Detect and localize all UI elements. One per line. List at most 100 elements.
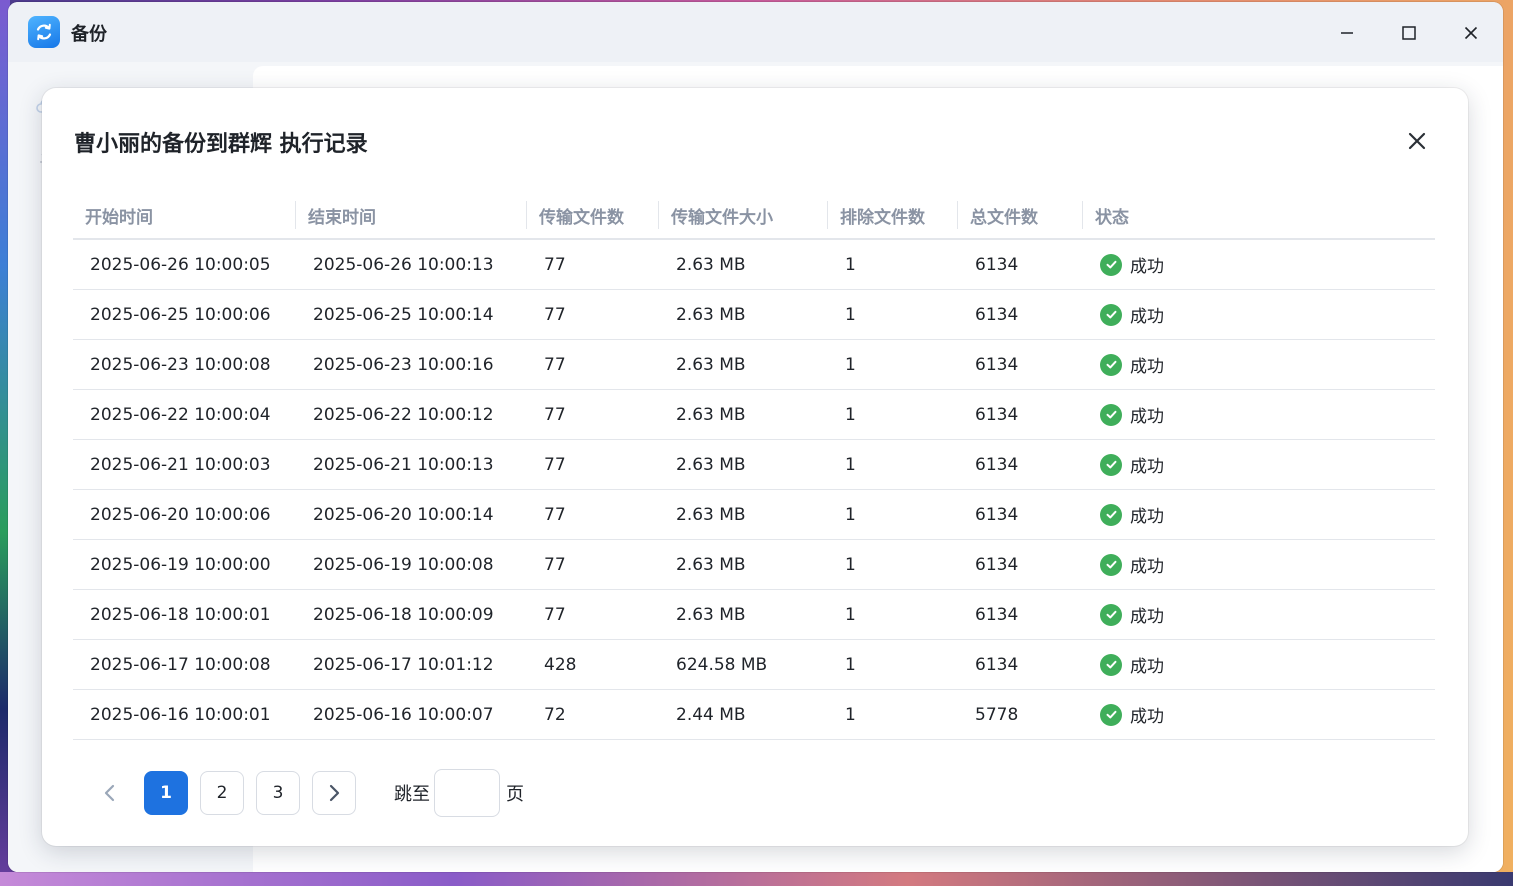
total-files-cell: 6134 — [958, 289, 1083, 340]
success-check-icon — [1100, 303, 1122, 326]
backup-app-icon — [28, 16, 60, 48]
transferred-size-text: 2.44 MB — [676, 704, 746, 725]
status-text: 成功 — [1130, 357, 1164, 377]
transferred-size-text: 2.63 MB — [676, 604, 746, 625]
excluded-files-text: 1 — [845, 254, 856, 275]
transferred-size-text: 2.63 MB — [676, 554, 746, 575]
page-button-2[interactable]: 2 — [200, 771, 244, 815]
transferred-files-cell: 72 — [527, 689, 659, 740]
title-bar: 备份 — [8, 2, 1503, 62]
excluded-files-text: 1 — [845, 504, 856, 525]
next-page-button[interactable] — [312, 771, 356, 815]
table-row[interactable]: 2025-06-19 10:00:00 2025-06-19 10:00:08 77… — [73, 539, 1435, 590]
jump-to-label: 跳至 — [394, 784, 430, 805]
transferred-files-text: 77 — [544, 454, 566, 475]
table-row[interactable]: 2025-06-21 10:00:03 2025-06-21 10:00:13 77… — [73, 439, 1435, 490]
status-cell: 成功 — [1083, 639, 1435, 690]
table-row[interactable]: 2025-06-23 10:00:08 2025-06-23 10:00:16 77… — [73, 339, 1435, 390]
total-files-cell: 6134 — [958, 639, 1083, 690]
dialog-close-button[interactable] — [1402, 126, 1432, 156]
end-time-cell: 2025-06-20 10:00:14 — [296, 489, 527, 540]
excluded-files-text: 1 — [845, 604, 856, 625]
column-header-transferred-files[interactable]: 传输文件数 — [527, 193, 659, 240]
transferred-files-text: 77 — [544, 504, 566, 525]
minimize-button[interactable] — [1330, 16, 1364, 50]
status-cell: 成功 — [1083, 439, 1435, 490]
table-row[interactable]: 2025-06-20 10:00:06 2025-06-20 10:00:14 77… — [73, 489, 1435, 540]
window-close-button[interactable] — [1454, 16, 1488, 50]
status-cell: 成功 — [1083, 539, 1435, 590]
minimize-icon — [1341, 32, 1353, 34]
total-files-text: 6134 — [975, 304, 1019, 325]
close-icon — [1408, 132, 1426, 150]
transferred-size-cell: 624.58 MB — [659, 639, 828, 690]
status-text: 成功 — [1130, 307, 1164, 327]
status-text: 成功 — [1130, 557, 1164, 577]
column-header-total-files[interactable]: 总文件数 — [958, 193, 1083, 240]
prev-page-button[interactable] — [88, 771, 132, 815]
end-time-cell: 2025-06-22 10:00:12 — [296, 389, 527, 440]
start-time-cell: 2025-06-20 10:00:06 — [73, 489, 296, 540]
table-body: 2025-06-26 10:00:05 2025-06-26 10:00:13 77… — [73, 239, 1435, 740]
transferred-files-text: 77 — [544, 254, 566, 275]
table-row[interactable]: 2025-06-17 10:00:08 2025-06-17 10:01:12 42… — [73, 639, 1435, 690]
total-files-cell: 6134 — [958, 389, 1083, 440]
status-text: 成功 — [1130, 657, 1164, 677]
end-time-cell: 2025-06-17 10:01:12 — [296, 639, 527, 690]
jump-page-input[interactable] — [434, 769, 500, 817]
transferred-size-cell: 2.63 MB — [659, 539, 828, 590]
start-time-cell: 2025-06-21 10:00:03 — [73, 439, 296, 490]
success-check-icon — [1100, 603, 1122, 626]
transferred-files-text: 72 — [544, 704, 566, 725]
transferred-files-text: 77 — [544, 354, 566, 375]
excluded-files-cell: 1 — [828, 489, 958, 540]
excluded-files-cell: 1 — [828, 589, 958, 640]
total-files-cell: 6134 — [958, 339, 1083, 390]
end-time-text: 2025-06-25 10:00:14 — [313, 304, 494, 325]
end-time-text: 2025-06-18 10:00:09 — [313, 604, 494, 625]
status-cell: 成功 — [1083, 339, 1435, 390]
table-row[interactable]: 2025-06-22 10:00:04 2025-06-22 10:00:12 77… — [73, 389, 1435, 440]
transferred-files-cell: 77 — [527, 439, 659, 490]
transferred-files-text: 77 — [544, 304, 566, 325]
maximize-icon — [1402, 26, 1416, 40]
end-time-text: 2025-06-19 10:00:08 — [313, 554, 494, 575]
page-button-1[interactable]: 1 — [144, 771, 188, 815]
end-time-cell: 2025-06-18 10:00:09 — [296, 589, 527, 640]
table-row[interactable]: 2025-06-16 10:00:01 2025-06-16 10:00:07 72… — [73, 689, 1435, 740]
table-row[interactable]: 2025-06-26 10:00:05 2025-06-26 10:00:13 77… — [73, 239, 1435, 290]
column-header-end-time[interactable]: 结束时间 — [296, 193, 527, 240]
end-time-text: 2025-06-23 10:00:16 — [313, 354, 494, 375]
transferred-files-text: 77 — [544, 604, 566, 625]
column-header-status[interactable]: 状态 — [1083, 193, 1435, 240]
table-row[interactable]: 2025-06-18 10:00:01 2025-06-18 10:00:09 77… — [73, 589, 1435, 640]
total-files-text: 6134 — [975, 654, 1019, 675]
column-header-start-time[interactable]: 开始时间 — [73, 193, 296, 240]
excluded-files-text: 1 — [845, 454, 856, 475]
pagination: 1 2 3 跳至 页 — [88, 769, 524, 817]
excluded-files-cell: 1 — [828, 389, 958, 440]
start-time-text: 2025-06-20 10:00:06 — [90, 504, 271, 525]
end-time-cell: 2025-06-21 10:00:13 — [296, 439, 527, 490]
transferred-size-text: 2.63 MB — [676, 504, 746, 525]
transferred-size-cell: 2.44 MB — [659, 689, 828, 740]
column-header-excluded-files[interactable]: 排除文件数 — [828, 193, 958, 240]
page-button-3[interactable]: 3 — [256, 771, 300, 815]
success-check-icon — [1100, 353, 1122, 376]
execution-records-dialog: 曹小丽的备份到群辉 执行记录 开始时间 结束时间 传输文件数 传输文件大小 排除… — [42, 88, 1468, 846]
total-files-text: 6134 — [975, 504, 1019, 525]
column-header-transferred-size[interactable]: 传输文件大小 — [659, 193, 828, 240]
transferred-size-cell: 2.63 MB — [659, 489, 828, 540]
start-time-text: 2025-06-17 10:00:08 — [90, 654, 271, 675]
status-cell: 成功 — [1083, 589, 1435, 640]
start-time-cell: 2025-06-16 10:00:01 — [73, 689, 296, 740]
transferred-files-cell: 77 — [527, 389, 659, 440]
maximize-button[interactable] — [1392, 16, 1426, 50]
transferred-size-text: 2.63 MB — [676, 254, 746, 275]
table-row[interactable]: 2025-06-25 10:00:06 2025-06-25 10:00:14 77… — [73, 289, 1435, 340]
transferred-size-cell: 2.63 MB — [659, 289, 828, 340]
status-cell: 成功 — [1083, 689, 1435, 740]
end-time-cell: 2025-06-19 10:00:08 — [296, 539, 527, 590]
transferred-files-cell: 77 — [527, 489, 659, 540]
status-text: 成功 — [1130, 707, 1164, 727]
